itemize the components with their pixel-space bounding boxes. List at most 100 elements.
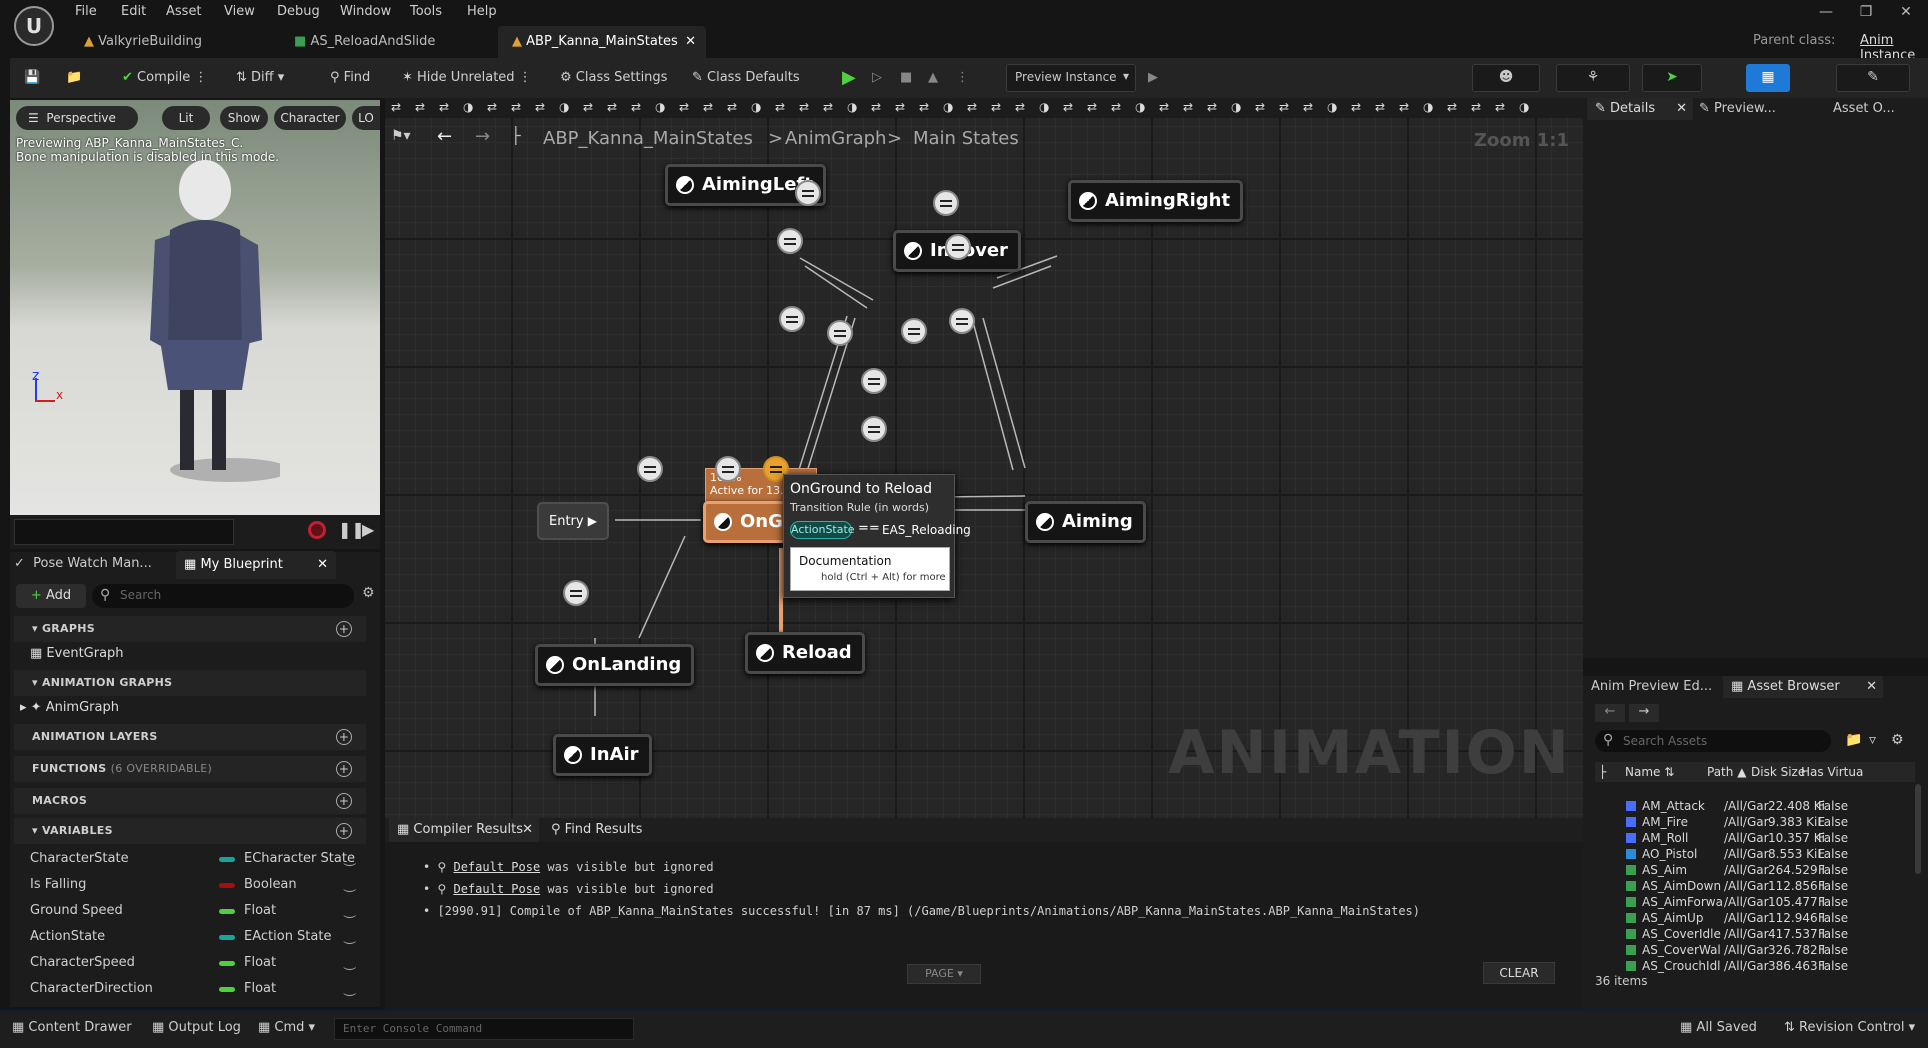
folder-icon[interactable]: 📁 xyxy=(1845,732,1862,748)
step-icon[interactable]: ▷ xyxy=(872,64,882,92)
asset-row[interactable]: AS_CoverIdle/All/Gar 417.537 I False xyxy=(1602,926,1912,942)
menu-help[interactable]: Help xyxy=(467,4,497,19)
asset-row[interactable]: AS_AimUp/All/Gar 112.946 I False xyxy=(1602,910,1912,926)
mesh-mode-button[interactable]: ⚘ xyxy=(1556,64,1630,92)
palette-node-icon[interactable]: ⇄ xyxy=(727,100,737,114)
col-path[interactable]: Path ▲ xyxy=(1707,762,1746,782)
transition-rule-icon[interactable] xyxy=(861,416,887,442)
tab-compiler-results[interactable]: ▦ Compiler Results ✕ xyxy=(389,818,539,842)
visibility-icon[interactable]: ⏝ xyxy=(344,872,357,898)
eject-icon[interactable]: ▲ xyxy=(928,64,938,92)
palette-node-icon[interactable]: ⇄ xyxy=(1495,100,1505,114)
variable-row[interactable]: CharacterSpeed Float ⏝ xyxy=(14,950,366,976)
transition-rule-icon[interactable] xyxy=(563,580,589,606)
back-arrow-icon[interactable]: ← xyxy=(1595,704,1625,722)
menu-tools[interactable]: Tools xyxy=(410,4,442,19)
variable-row[interactable]: Ground Speed Float ⏝ xyxy=(14,898,366,924)
add-layer-icon[interactable]: + xyxy=(336,729,352,745)
restore-icon[interactable]: ❐ xyxy=(1846,4,1886,26)
step-forward-icon[interactable]: ▶ xyxy=(362,520,374,539)
palette-node-icon[interactable]: ⇄ xyxy=(775,100,785,114)
close-tab-icon[interactable]: ✕ xyxy=(1866,676,1877,698)
browse-icon[interactable]: 📁 xyxy=(66,64,82,92)
close-tab-icon[interactable]: ✕ xyxy=(1676,98,1687,120)
palette-node-icon[interactable]: ⇄ xyxy=(991,100,1001,114)
menu-edit[interactable]: Edit xyxy=(121,4,146,19)
palette-node-icon[interactable]: ⇄ xyxy=(631,100,641,114)
asset-scrollbar[interactable] xyxy=(1915,784,1921,874)
palette-node-icon[interactable]: ⇄ xyxy=(607,100,617,114)
asset-row[interactable]: AS_AimDown/All/Gar 112.856 I False xyxy=(1602,878,1912,894)
animation-mode-button[interactable]: ➤ xyxy=(1642,64,1702,92)
palette-node-icon[interactable]: ⇄ xyxy=(799,100,809,114)
palette-node-icon[interactable]: ⇄ xyxy=(391,100,401,114)
tab-my-blueprint[interactable]: ▦ My Blueprint ✕ xyxy=(176,551,336,579)
transition-rule-icon[interactable] xyxy=(637,456,663,482)
palette-node-icon[interactable]: ⇄ xyxy=(1063,100,1073,114)
palette-node-icon[interactable]: ⇄ xyxy=(679,100,689,114)
clear-button[interactable]: CLEAR xyxy=(1483,962,1555,984)
palette-node-icon[interactable]: ◑ xyxy=(1519,100,1529,114)
tab-valkyrie-building[interactable]: ▲ ValkyrieBuilding xyxy=(70,26,216,58)
palette-node-icon[interactable]: ◑ xyxy=(1423,100,1433,114)
tab-find-results[interactable]: ⚲ Find Results xyxy=(551,818,642,842)
character-button[interactable]: Character xyxy=(274,106,346,130)
console-command-input[interactable]: Enter Console Command xyxy=(334,1018,634,1040)
palette-node-icon[interactable]: ⇄ xyxy=(1207,100,1217,114)
variable-row[interactable]: CharacterState ECharacter State ⏝ xyxy=(14,846,366,872)
state-machine-graph[interactable]: ⚑▾ ← → ├ ABP_Kanna_MainStates > AnimGrap… xyxy=(385,118,1583,818)
palette-node-icon[interactable]: ⇄ xyxy=(583,100,593,114)
palette-node-icon[interactable]: ◑ xyxy=(1327,100,1337,114)
palette-node-icon[interactable]: ⇄ xyxy=(919,100,929,114)
palette-node-icon[interactable]: ◑ xyxy=(1135,100,1145,114)
col-disk-size[interactable]: Disk Size xyxy=(1751,762,1805,782)
col-has-virtual[interactable]: Has Virtua xyxy=(1801,762,1863,782)
palette-node-icon[interactable]: ◑ xyxy=(1039,100,1049,114)
variable-row[interactable]: Is Falling Boolean ⏝ xyxy=(14,872,366,898)
palette-node-icon[interactable]: ⇄ xyxy=(1399,100,1409,114)
hide-unrelated-button[interactable]: ✶ Hide Unrelated ⋮ xyxy=(402,64,532,92)
pause-icon[interactable]: ❚❚ xyxy=(338,520,365,539)
perspective-button[interactable]: ☰ Perspective xyxy=(16,106,138,130)
transition-rule-icon[interactable] xyxy=(945,234,971,260)
tab-pose-watch[interactable]: ✓ Pose Watch Man... xyxy=(14,556,152,571)
variable-row[interactable]: ActionState EAction State ⏝ xyxy=(14,924,366,950)
settings-gear-icon[interactable]: ⚙ xyxy=(1891,732,1904,748)
asset-row[interactable]: AS_CoverWal/All/Gar 326.782 I False xyxy=(1602,942,1912,958)
add-variable-icon[interactable]: + xyxy=(336,823,352,839)
palette-node-icon[interactable]: ⇄ xyxy=(1351,100,1361,114)
palette-node-icon[interactable]: ◑ xyxy=(1231,100,1241,114)
visibility-icon[interactable]: ⏝ xyxy=(344,924,357,950)
palette-node-icon[interactable]: ⇄ xyxy=(1255,100,1265,114)
unreal-logo-icon[interactable]: U xyxy=(14,6,54,46)
preview-instance-dropdown[interactable]: Preview Instance ▾ xyxy=(1006,64,1136,92)
asset-search-input[interactable]: ⚲ Search Assets xyxy=(1595,730,1831,752)
palette-node-icon[interactable]: ◑ xyxy=(559,100,569,114)
output-log-button[interactable]: ▦ Output Log xyxy=(152,1020,241,1035)
asset-row[interactable]: AS_AimForwa/All/Gar 105.477 I False xyxy=(1602,894,1912,910)
visibility-icon[interactable]: ⏝ xyxy=(344,950,357,976)
section-graphs[interactable]: ▾ GRAPHS + xyxy=(14,616,366,642)
section-animation-graphs[interactable]: ▾ ANIMATION GRAPHS xyxy=(14,670,366,696)
timeline-field[interactable] xyxy=(14,519,234,545)
palette-node-icon[interactable]: ⇄ xyxy=(439,100,449,114)
show-button[interactable]: Show xyxy=(220,106,268,130)
visibility-icon[interactable]: ⏝ xyxy=(344,846,357,872)
transition-rule-icon[interactable] xyxy=(777,228,803,254)
all-saved-button[interactable]: ▦ All Saved xyxy=(1680,1020,1757,1035)
tab-preview[interactable]: ✎ Preview... xyxy=(1699,98,1776,120)
palette-node-icon[interactable]: ⇄ xyxy=(1111,100,1121,114)
palette-node-icon[interactable]: ⇄ xyxy=(415,100,425,114)
palette-node-icon[interactable]: ⇄ xyxy=(823,100,833,114)
find-button[interactable]: ⚲ Find xyxy=(330,64,370,92)
page-dropdown[interactable]: PAGE ▾ xyxy=(907,964,981,984)
add-graph-icon[interactable]: + xyxy=(336,621,352,637)
log-link[interactable]: Default Pose xyxy=(453,882,540,896)
palette-node-icon[interactable]: ⇄ xyxy=(511,100,521,114)
close-tab-icon[interactable]: ✕ xyxy=(685,26,696,58)
state-in-air[interactable]: InAir xyxy=(553,734,652,776)
add-macro-icon[interactable]: + xyxy=(336,793,352,809)
section-functions[interactable]: FUNCTIONS (6 OVERRIDABLE) + xyxy=(14,756,366,782)
palette-node-icon[interactable]: ◑ xyxy=(751,100,761,114)
record-icon[interactable] xyxy=(308,521,326,539)
